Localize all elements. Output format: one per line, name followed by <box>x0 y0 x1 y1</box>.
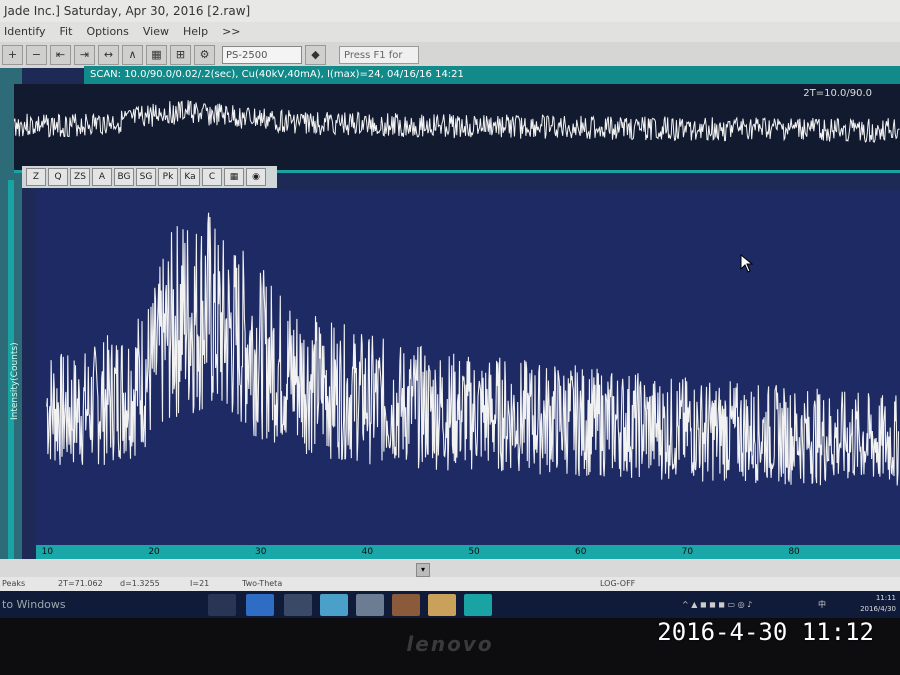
chart-tool-zs[interactable]: ZS <box>70 168 90 186</box>
x-tick-label: 30 <box>255 547 267 557</box>
windows-taskbar: to Windows ^ ▲ ◼ ◼ ◼ ▭ ◎ ♪ 中 11:11 2016/… <box>0 591 900 618</box>
chart-tool-sg[interactable]: SG <box>136 168 156 186</box>
jade-app-icon[interactable] <box>464 594 492 616</box>
chart-tool-pk[interactable]: Pk <box>158 168 178 186</box>
file-explorer-icon[interactable] <box>284 594 312 616</box>
x-tick-label: 60 <box>575 547 587 557</box>
taskbar-clock[interactable]: 11:11 2016/4/30 <box>860 593 896 615</box>
menu-bar: Identify Fit Options View Help >> <box>0 22 900 42</box>
status-axis-mode: Two-Theta <box>242 579 283 588</box>
chart-tool-search[interactable]: Q <box>48 168 68 186</box>
move-right-icon[interactable]: ⇥ <box>74 45 95 65</box>
store-icon[interactable] <box>320 594 348 616</box>
app-figure-icon[interactable] <box>392 594 420 616</box>
photo-timestamp: 2016-4-30 11:12 <box>657 618 874 646</box>
x-tick-label: 40 <box>361 547 374 557</box>
menu-identify[interactable]: Identify <box>4 22 46 42</box>
y-axis-label: Intensity(Counts) <box>10 342 20 420</box>
chart-tool-a[interactable]: A <box>92 168 112 186</box>
mouse-cursor-icon <box>740 254 754 273</box>
diffraction-plot <box>46 212 900 486</box>
filter-icon[interactable]: ⊞ <box>170 45 191 65</box>
expand-icon[interactable]: ↔ <box>98 45 119 65</box>
status-bar: Peaks 2T=71.062 d=1.3255 I=21 Two-Theta … <box>0 577 900 591</box>
app-document-icon[interactable] <box>428 594 456 616</box>
x-axis: 10 20 30 40 50 60 70 80 <box>36 545 900 559</box>
x-tick-label: 20 <box>148 547 160 557</box>
x-tick-label: 80 <box>788 547 800 557</box>
chart-tool-zoom[interactable]: Z <box>26 168 46 186</box>
menu-more[interactable]: >> <box>222 22 240 42</box>
clock-date: 2016/4/30 <box>860 605 896 613</box>
drop-icon[interactable]: ◆ <box>305 45 326 65</box>
peak-icon[interactable]: ∧ <box>122 45 143 65</box>
grid-view-icon[interactable]: ▦ <box>224 168 244 186</box>
grid-icon[interactable]: ▦ <box>146 45 167 65</box>
status-d-spacing: d=1.3255 <box>120 579 160 588</box>
overview-range-label: 2T=10.0/90.0 <box>803 88 872 99</box>
diffraction-trace <box>46 212 900 486</box>
menu-help[interactable]: Help <box>183 22 208 42</box>
overview-trace-line <box>13 100 900 143</box>
scroll-arrow-icon[interactable]: ▾ <box>416 563 430 577</box>
pdf-select[interactable]: PS-2500 <box>222 46 302 64</box>
chart-toolbar: Z Q ZS A BG SG Pk Ka C ▦ ◉ <box>22 166 277 188</box>
language-indicator[interactable]: 中 <box>818 591 826 618</box>
globe-icon[interactable]: ◉ <box>246 168 266 186</box>
edge-browser-icon[interactable] <box>246 594 274 616</box>
settings-icon[interactable]: ⚙ <box>194 45 215 65</box>
main-toolbar: + − ⇤ ⇥ ↔ ∧ ▦ ⊞ ⚙ PS-2500 ◆ Press F1 for… <box>0 42 900 79</box>
screen: Jade Inc.] Saturday, Apr 30, 2016 [2.raw… <box>0 0 900 618</box>
app-globe-icon[interactable] <box>356 594 384 616</box>
clock-time: 11:11 <box>875 594 896 602</box>
plot-area[interactable] <box>36 190 900 545</box>
task-view-icon[interactable] <box>208 594 236 616</box>
menu-fit[interactable]: Fit <box>60 22 73 42</box>
scan-info-bar: SCAN: 10.0/90.0/0.02/.2(sec), Cu(40kV,40… <box>84 66 900 84</box>
zoom-in-icon[interactable]: + <box>2 45 23 65</box>
taskbar-search[interactable]: to Windows <box>0 591 66 618</box>
move-left-icon[interactable]: ⇤ <box>50 45 71 65</box>
status-intensity: I=21 <box>190 579 210 588</box>
horizontal-scrollbar[interactable] <box>0 559 900 577</box>
chart-tool-ka[interactable]: Ka <box>180 168 200 186</box>
window-title: Jade Inc.] Saturday, Apr 30, 2016 [2.raw… <box>0 0 900 22</box>
status-position: 2T=71.062 <box>58 579 103 588</box>
x-tick-label: 50 <box>468 547 480 557</box>
tray-icons[interactable]: ^ ▲ ◼ ◼ ◼ ▭ ◎ ♪ <box>682 591 752 618</box>
status-peaks: Peaks <box>2 579 26 588</box>
x-tick-label: 10 <box>41 547 54 557</box>
overview-trace <box>13 100 900 143</box>
menu-options[interactable]: Options <box>86 22 128 42</box>
overview-pane[interactable] <box>13 84 900 173</box>
chart-tool-bg[interactable]: BG <box>114 168 134 186</box>
help-hint: Press F1 for Help <box>339 46 419 79</box>
x-tick-label: 70 <box>681 547 694 557</box>
status-log: LOG-OFF <box>600 579 636 588</box>
menu-view[interactable]: View <box>143 22 169 42</box>
chart-tool-c[interactable]: C <box>202 168 222 186</box>
zoom-out-icon[interactable]: − <box>26 45 47 65</box>
